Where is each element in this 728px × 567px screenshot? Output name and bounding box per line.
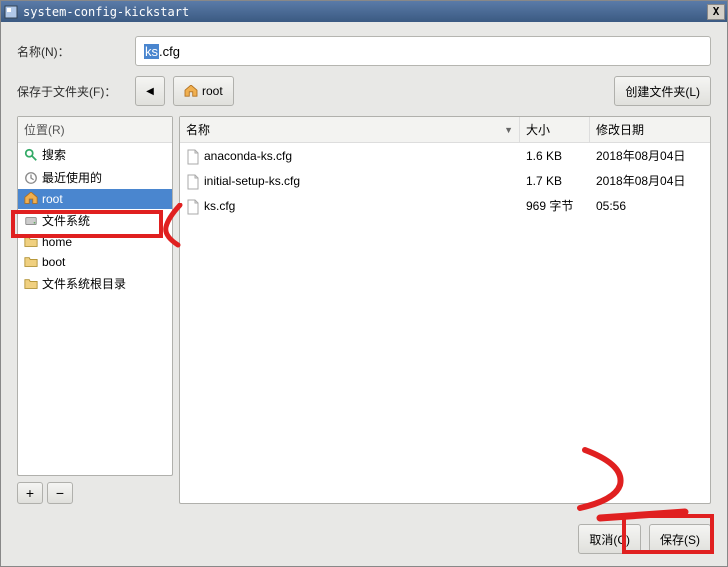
folder-icon [24,235,38,249]
search-icon [24,148,38,162]
sidebar-item-6[interactable]: 文件系统根目录 [18,272,172,295]
window-title: system-config-kickstart [23,5,707,19]
file-name: initial-setup-ks.cfg [204,174,300,188]
places-header: 位置(R) [18,117,172,143]
panes: 位置(R) 搜索最近使用的 root 文件系统 home boot 文件系统根目录 + −… [17,116,711,504]
filename-selection: ks [144,44,159,59]
column-name[interactable]: 名称 ▼ [180,117,520,142]
footer-buttons: 取消(C) 保存(S) [17,524,711,554]
sidebar-item-label: home [42,235,72,249]
remove-place-button[interactable]: − [47,482,73,504]
home-icon [24,192,38,206]
file-date: 05:56 [590,195,710,216]
folder-icon [24,255,38,269]
file-size: 969 字节 [520,195,590,216]
column-headers: 名称 ▼ 大小 修改日期 [180,117,710,143]
filename-input[interactable]: ks.cfg [135,36,711,66]
file-icon [186,149,200,163]
recent-icon [24,171,38,185]
sidebar-item-0[interactable]: 搜索 [18,143,172,166]
sidebar-item-3[interactable]: 文件系统 [18,209,172,232]
sidebar-item-5[interactable]: boot [18,252,172,272]
app-icon [3,4,19,20]
column-date[interactable]: 修改日期 [590,117,710,142]
column-size[interactable]: 大小 [520,117,590,142]
file-date: 2018年08月04日 [590,170,710,191]
places-controls: + − [17,482,173,504]
cancel-button[interactable]: 取消(C) [578,524,641,554]
path-back-button[interactable]: ◀ [135,76,165,106]
save-dialog: system-config-kickstart X 名称(N)： ks.cfg … [0,0,728,567]
file-size: 1.7 KB [520,170,590,191]
add-place-button[interactable]: + [17,482,43,504]
file-row[interactable]: initial-setup-ks.cfg 1.7 KB2018年08月04日 [180,168,710,193]
dialog-content: 名称(N)： ks.cfg 保存于文件夹(F)： ◀ root 创建文件夹(L) [1,22,727,566]
file-list-pane: 名称 ▼ 大小 修改日期 anaconda-ks.cfg 1.6 KB2018年0… [179,116,711,504]
close-button[interactable]: X [707,4,725,20]
sidebar-item-2[interactable]: root [18,189,172,209]
sidebar-item-label: boot [42,255,65,269]
file-name: anaconda-ks.cfg [204,149,292,163]
file-rows: anaconda-ks.cfg1.6 KB2018年08月04日initial-… [180,143,710,503]
titlebar: system-config-kickstart X [1,1,727,22]
path-segment-label: root [202,84,223,98]
save-in-row: 保存于文件夹(F)： ◀ root 创建文件夹(L) [17,76,711,106]
save-button[interactable]: 保存(S) [649,524,711,554]
sidebar-item-4[interactable]: home [18,232,172,252]
chevron-left-icon: ◀ [146,86,154,97]
places-list: 搜索最近使用的 root 文件系统 home boot 文件系统根目录 [18,143,172,475]
path-segment-root[interactable]: root [173,76,234,106]
sidebar-item-1[interactable]: 最近使用的 [18,166,172,189]
file-icon [186,174,200,188]
sidebar-item-label: 文件系统 [42,212,90,229]
sidebar-item-label: 搜索 [42,146,66,163]
file-icon [186,199,200,213]
file-name: ks.cfg [204,199,235,213]
sort-indicator-icon: ▼ [504,125,513,135]
folder-icon [24,277,38,291]
sidebar-item-label: 最近使用的 [42,169,102,186]
filename-rest: .cfg [159,44,180,59]
filename-label: 名称(N)： [17,43,127,60]
create-folder-button[interactable]: 创建文件夹(L) [614,76,711,106]
filename-row: 名称(N)： ks.cfg [17,36,711,66]
create-folder-label: 创建文件夹(L) [625,83,700,100]
places-sidebar: 位置(R) 搜索最近使用的 root 文件系统 home boot 文件系统根目录 + − [17,116,173,504]
sidebar-item-label: 文件系统根目录 [42,275,126,292]
save-in-label: 保存于文件夹(F)： [17,83,127,100]
sidebar-item-label: root [42,192,63,206]
file-row[interactable]: ks.cfg 969 字节05:56 [180,193,710,218]
file-row[interactable]: anaconda-ks.cfg 1.6 KB2018年08月04日 [180,143,710,168]
file-date: 2018年08月04日 [590,145,710,166]
home-icon [184,85,198,97]
file-size: 1.6 KB [520,145,590,166]
disk-icon [24,214,38,228]
